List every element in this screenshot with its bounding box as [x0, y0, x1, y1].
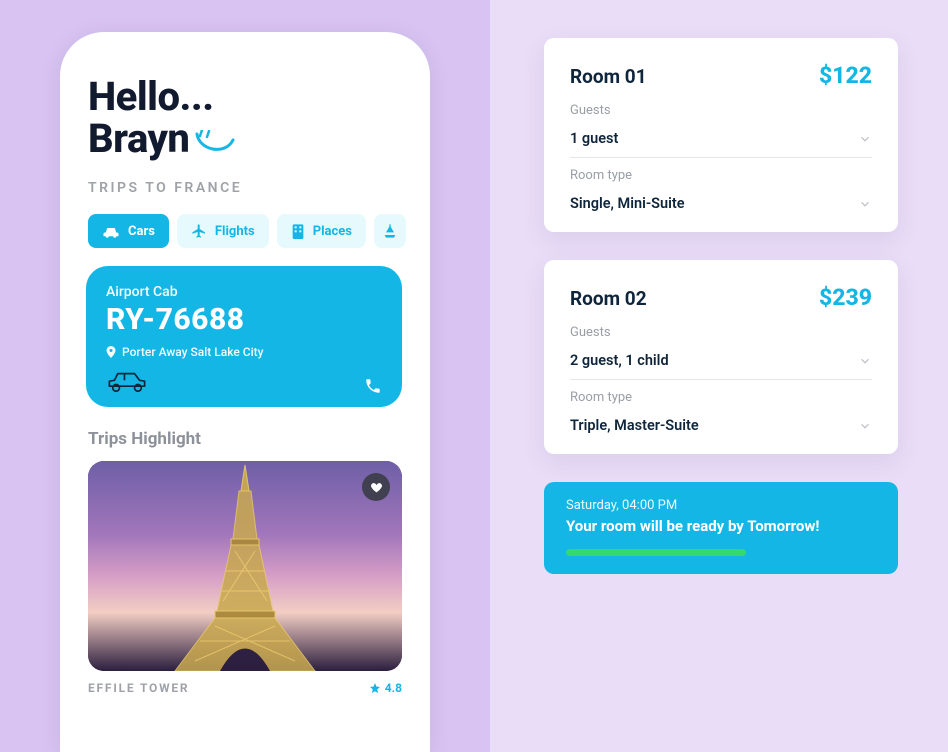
chevron-down-icon	[858, 132, 872, 146]
room-title: Room 02	[570, 287, 647, 310]
room-card-1: Room 01 $122 Guests 1 guest Room type Si…	[544, 38, 898, 232]
guests-label: Guests	[570, 325, 872, 340]
room-type-select[interactable]: Triple, Master-Suite	[570, 411, 872, 434]
pin-icon	[106, 346, 116, 358]
room-title: Room 01	[570, 65, 647, 88]
trips-highlight-title: Trips Highlight	[88, 429, 402, 449]
notice-time: Saturday, 04:00 PM	[566, 498, 876, 513]
tab-places[interactable]: Places	[277, 214, 366, 248]
greeting: Hello... Brayn	[88, 76, 402, 160]
notice-message: Your room will be ready by Tomorrow!	[566, 517, 876, 535]
highlight-footer: EFFILE TOWER 4.8	[88, 681, 402, 695]
greeting-line1: Hello...	[88, 76, 402, 118]
tab-label: Places	[313, 224, 352, 239]
highlight-name: EFFILE TOWER	[88, 681, 189, 695]
cab-code: RY-76688	[106, 302, 382, 337]
ship-icon	[382, 223, 398, 239]
room-card-2: Room 02 $239 Guests 2 guest, 1 child Roo…	[544, 260, 898, 454]
rating-value: 4.8	[385, 681, 402, 695]
vehicle-icon	[106, 369, 148, 395]
room-type-label: Room type	[570, 390, 872, 405]
chevron-down-icon	[858, 419, 872, 433]
guests-select[interactable]: 1 guest	[570, 124, 872, 158]
building-icon	[291, 223, 305, 239]
airport-cab-card[interactable]: Airport Cab RY-76688 Porter Away Salt La…	[86, 266, 402, 407]
highlight-rating: 4.8	[369, 681, 402, 695]
ready-notice: Saturday, 04:00 PM Your room will be rea…	[544, 482, 898, 574]
room-type-select[interactable]: Single, Mini-Suite	[570, 189, 872, 212]
greeting-name: Brayn	[88, 118, 189, 160]
tab-flights[interactable]: Flights	[177, 214, 269, 248]
guests-value: 2 guest, 1 child	[570, 352, 669, 369]
cab-title: Airport Cab	[106, 284, 382, 300]
chevron-down-icon	[858, 354, 872, 368]
heart-icon	[370, 481, 383, 494]
room-price: $239	[819, 284, 872, 311]
tab-more[interactable]	[374, 214, 406, 248]
room-type-value: Triple, Master-Suite	[570, 417, 699, 434]
cab-location: Porter Away Salt Lake City	[122, 345, 264, 359]
guests-label: Guests	[570, 103, 872, 118]
room-type-label: Room type	[570, 168, 872, 183]
page-subtitle: TRIPS TO FRANCE	[88, 180, 402, 196]
car-icon	[102, 224, 120, 238]
eiffel-tower-illustration	[165, 461, 325, 671]
left-panel: Hello... Brayn TRIPS TO FRANCE Cars Flig…	[0, 0, 490, 752]
chevron-down-icon	[858, 197, 872, 211]
right-panel: Room 01 $122 Guests 1 guest Room type Si…	[490, 0, 948, 752]
progress-bar	[566, 549, 746, 556]
phone-icon[interactable]	[364, 377, 382, 395]
plane-icon	[191, 223, 207, 239]
highlight-card[interactable]	[88, 461, 402, 671]
star-icon	[369, 682, 381, 694]
tab-label: Flights	[215, 224, 255, 239]
phone-frame: Hello... Brayn TRIPS TO FRANCE Cars Flig…	[60, 32, 430, 752]
guests-value: 1 guest	[570, 130, 618, 147]
guests-select[interactable]: 2 guest, 1 child	[570, 346, 872, 380]
room-type-value: Single, Mini-Suite	[570, 195, 685, 212]
favorite-button[interactable]	[362, 473, 390, 501]
room-price: $122	[819, 62, 872, 89]
smile-icon	[193, 130, 237, 160]
tab-label: Cars	[128, 224, 155, 239]
category-tabs: Cars Flights Places	[60, 214, 430, 248]
tab-cars[interactable]: Cars	[88, 214, 169, 248]
